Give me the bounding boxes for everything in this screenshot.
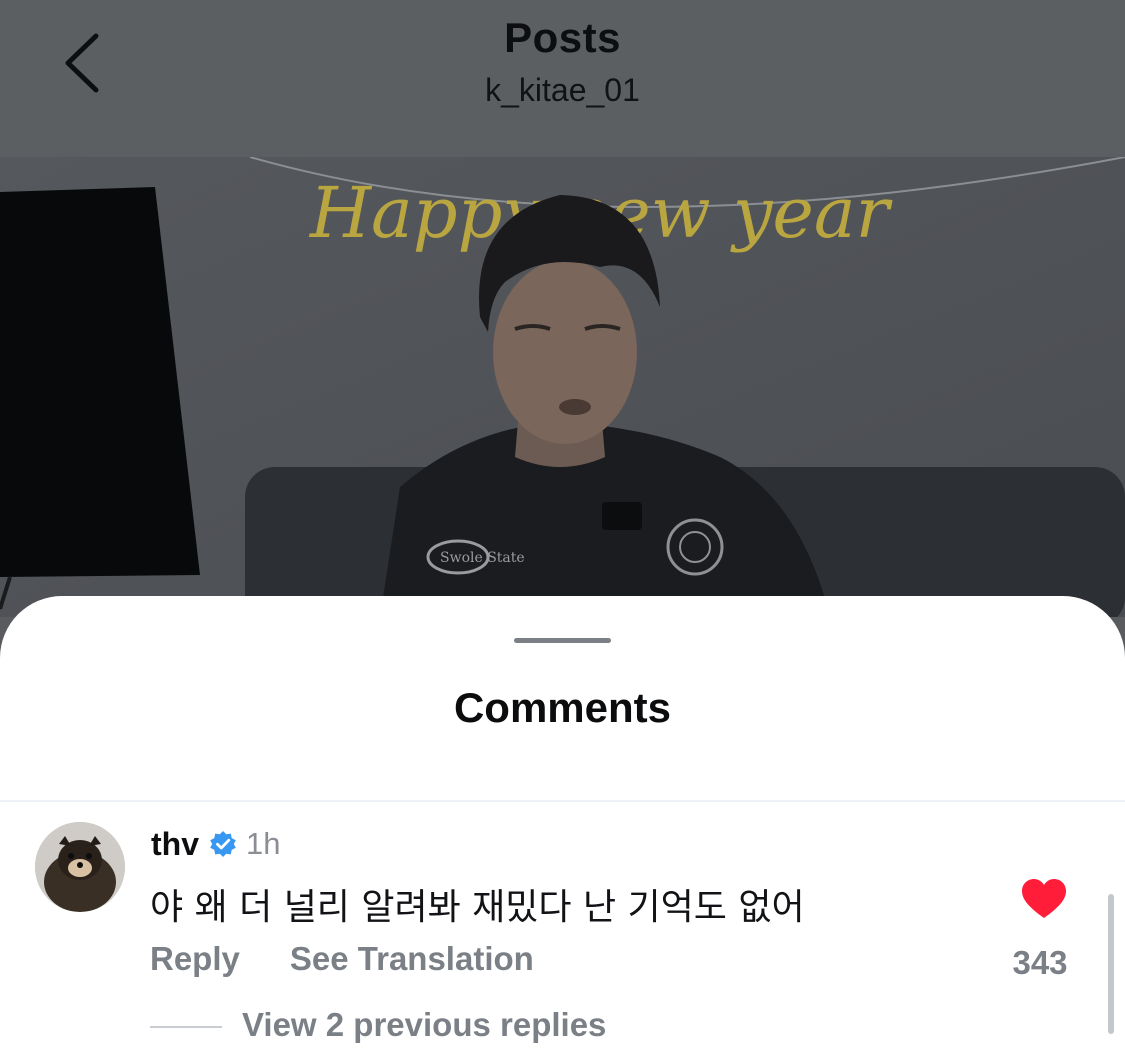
top-bar: Posts k_kitae_01 — [0, 0, 1125, 157]
avatar[interactable] — [35, 822, 125, 912]
scrollbar[interactable] — [1108, 894, 1114, 1034]
comment-time: 1h — [246, 826, 281, 861]
see-translation-button[interactable]: See Translation — [290, 940, 534, 978]
reply-line — [150, 1026, 222, 1029]
verified-badge-icon — [210, 831, 236, 857]
dog-avatar-image — [35, 822, 125, 912]
comments-sheet: Comments thv 1h 야 왜 더 널리 알려봐 재밌다 난 기억도 없… — [0, 596, 1125, 1056]
comment-actions: Reply See Translation — [150, 940, 534, 978]
view-replies-button[interactable]: View 2 previous replies — [150, 1006, 606, 1044]
shirt-patch-text: Swole State — [440, 550, 525, 566]
post-owner-username[interactable]: k_kitae_01 — [0, 72, 1125, 109]
page-title: Posts — [504, 14, 621, 61]
like-button[interactable] — [1020, 878, 1068, 920]
comment-username[interactable]: thv — [151, 826, 199, 863]
post-photo[interactable]: Happy new year Swole State — [0, 157, 1125, 617]
like-count: 343 — [1012, 944, 1068, 981]
reply-button[interactable]: Reply — [150, 940, 240, 978]
heart-icon — [1022, 879, 1066, 918]
comment-header: thv 1h — [151, 824, 280, 864]
drag-handle[interactable] — [514, 638, 611, 643]
divider — [0, 800, 1125, 802]
comment-text: 야 왜 더 널리 알려봐 재밌다 난 기억도 없어 — [150, 887, 805, 928]
view-replies-label: View 2 previous replies — [242, 1006, 607, 1043]
comments-title: Comments — [453, 684, 672, 731]
